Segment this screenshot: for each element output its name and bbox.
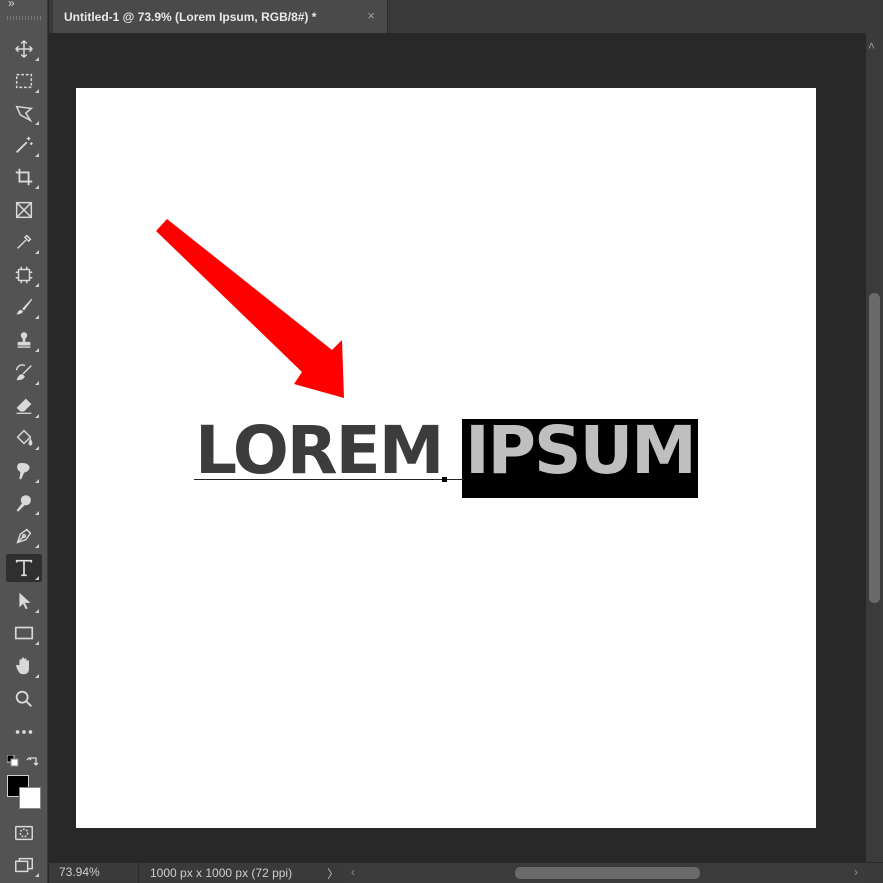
eraser-tool[interactable] [6, 392, 42, 420]
dodge-tool[interactable] [6, 489, 42, 517]
quick-mask-tool[interactable] [6, 819, 42, 847]
history-brush-icon [15, 364, 32, 381]
magic-wand-tool[interactable] [6, 131, 42, 159]
status-bar: 73.94% 1000 px x 1000 px (72 ppi) 〉 ‹ › [49, 862, 883, 883]
rectangle-icon [14, 626, 34, 640]
vertical-scroll-thumb[interactable] [869, 293, 880, 603]
background-color-swatch[interactable] [19, 787, 41, 809]
move-tool[interactable] [6, 35, 42, 63]
brush-tool[interactable] [6, 293, 42, 321]
stamp-icon [17, 332, 31, 348]
swap-colors-icon[interactable] [26, 754, 40, 768]
healing-brush-icon [15, 266, 33, 284]
smudge-tool[interactable] [6, 457, 42, 485]
rectangular-marquee-icon [15, 73, 33, 89]
eyedropper-icon [17, 234, 32, 249]
collapse-panel-button[interactable]: » [8, 0, 15, 10]
history-brush-tool[interactable] [6, 359, 42, 387]
quick-mask-icon [15, 825, 33, 841]
marquee-tool[interactable] [6, 67, 42, 95]
default-colors-icon[interactable] [7, 755, 19, 767]
status-menu-chevron-icon[interactable]: 〉 [327, 865, 339, 882]
edit-toolbar[interactable] [6, 718, 42, 746]
healing-brush-tool[interactable] [6, 261, 42, 289]
dodge-icon [16, 495, 31, 512]
magic-wand-icon [16, 136, 33, 153]
document-info: 1000 px x 1000 px (72 ppi) [150, 866, 293, 880]
vertical-scrollbar[interactable]: ˄ [866, 33, 883, 862]
tools-panel: » [0, 0, 48, 883]
frame-icon [15, 201, 33, 219]
paint-bucket-tool[interactable] [6, 424, 42, 452]
zoom-level-field[interactable]: 73.94% [49, 863, 139, 883]
document-workspace[interactable]: LOREM IPSUM [49, 33, 866, 862]
path-selection-tool[interactable] [6, 587, 42, 615]
move-icon [15, 40, 33, 58]
horizontal-scrollbar[interactable]: ‹ › [344, 863, 866, 883]
hand-tool[interactable] [6, 652, 42, 680]
type-icon [15, 559, 33, 577]
eraser-icon [16, 398, 32, 414]
clone-stamp-tool[interactable] [6, 326, 42, 354]
polygonal-lasso-icon [15, 105, 34, 123]
scroll-right-icon[interactable]: › [854, 865, 858, 879]
red-arrow-shape [156, 219, 344, 398]
screen-mode-tool[interactable] [6, 851, 42, 879]
document-tab-title: Untitled-1 @ 73.9% (Lorem Ipsum, RGB/8#)… [64, 9, 317, 24]
text-selection-highlight[interactable]: IPSUM [462, 416, 698, 498]
rectangle-tool[interactable] [6, 619, 42, 647]
horizontal-scroll-thumb[interactable] [515, 867, 700, 879]
crop-tool[interactable] [6, 163, 42, 191]
pen-tool[interactable] [6, 522, 42, 550]
frame-tool[interactable] [6, 196, 42, 224]
scroll-left-icon[interactable]: ‹ [351, 865, 355, 879]
document-tab-bar: Untitled-1 @ 73.9% (Lorem Ipsum, RGB/8#)… [49, 0, 883, 33]
path-selection-icon [19, 592, 31, 610]
crop-icon [15, 168, 33, 186]
panel-grip[interactable] [7, 16, 41, 20]
document-tab[interactable]: Untitled-1 @ 73.9% (Lorem Ipsum, RGB/8#)… [53, 0, 388, 33]
text-layer-unselected[interactable]: LOREM [195, 416, 444, 486]
lasso-tool[interactable] [6, 99, 42, 127]
text-layer-selected[interactable]: IPSUM [465, 416, 697, 486]
smudge-icon [17, 462, 30, 480]
text-anchor-point[interactable] [442, 477, 447, 482]
close-tab-icon[interactable]: × [367, 8, 375, 23]
pen-icon [16, 528, 32, 544]
brush-icon [16, 298, 33, 315]
paint-bucket-icon [16, 429, 33, 446]
text-baseline [194, 479, 464, 480]
screen-mode-icon [15, 857, 33, 873]
zoom-icon [15, 690, 32, 707]
eyedropper-tool[interactable] [6, 228, 42, 256]
hand-icon [16, 657, 29, 675]
more-icon [15, 730, 33, 734]
document-canvas[interactable]: LOREM IPSUM [76, 88, 816, 828]
scroll-up-icon[interactable]: ˄ [868, 39, 875, 53]
zoom-tool[interactable] [6, 685, 42, 713]
type-tool[interactable] [6, 554, 42, 582]
